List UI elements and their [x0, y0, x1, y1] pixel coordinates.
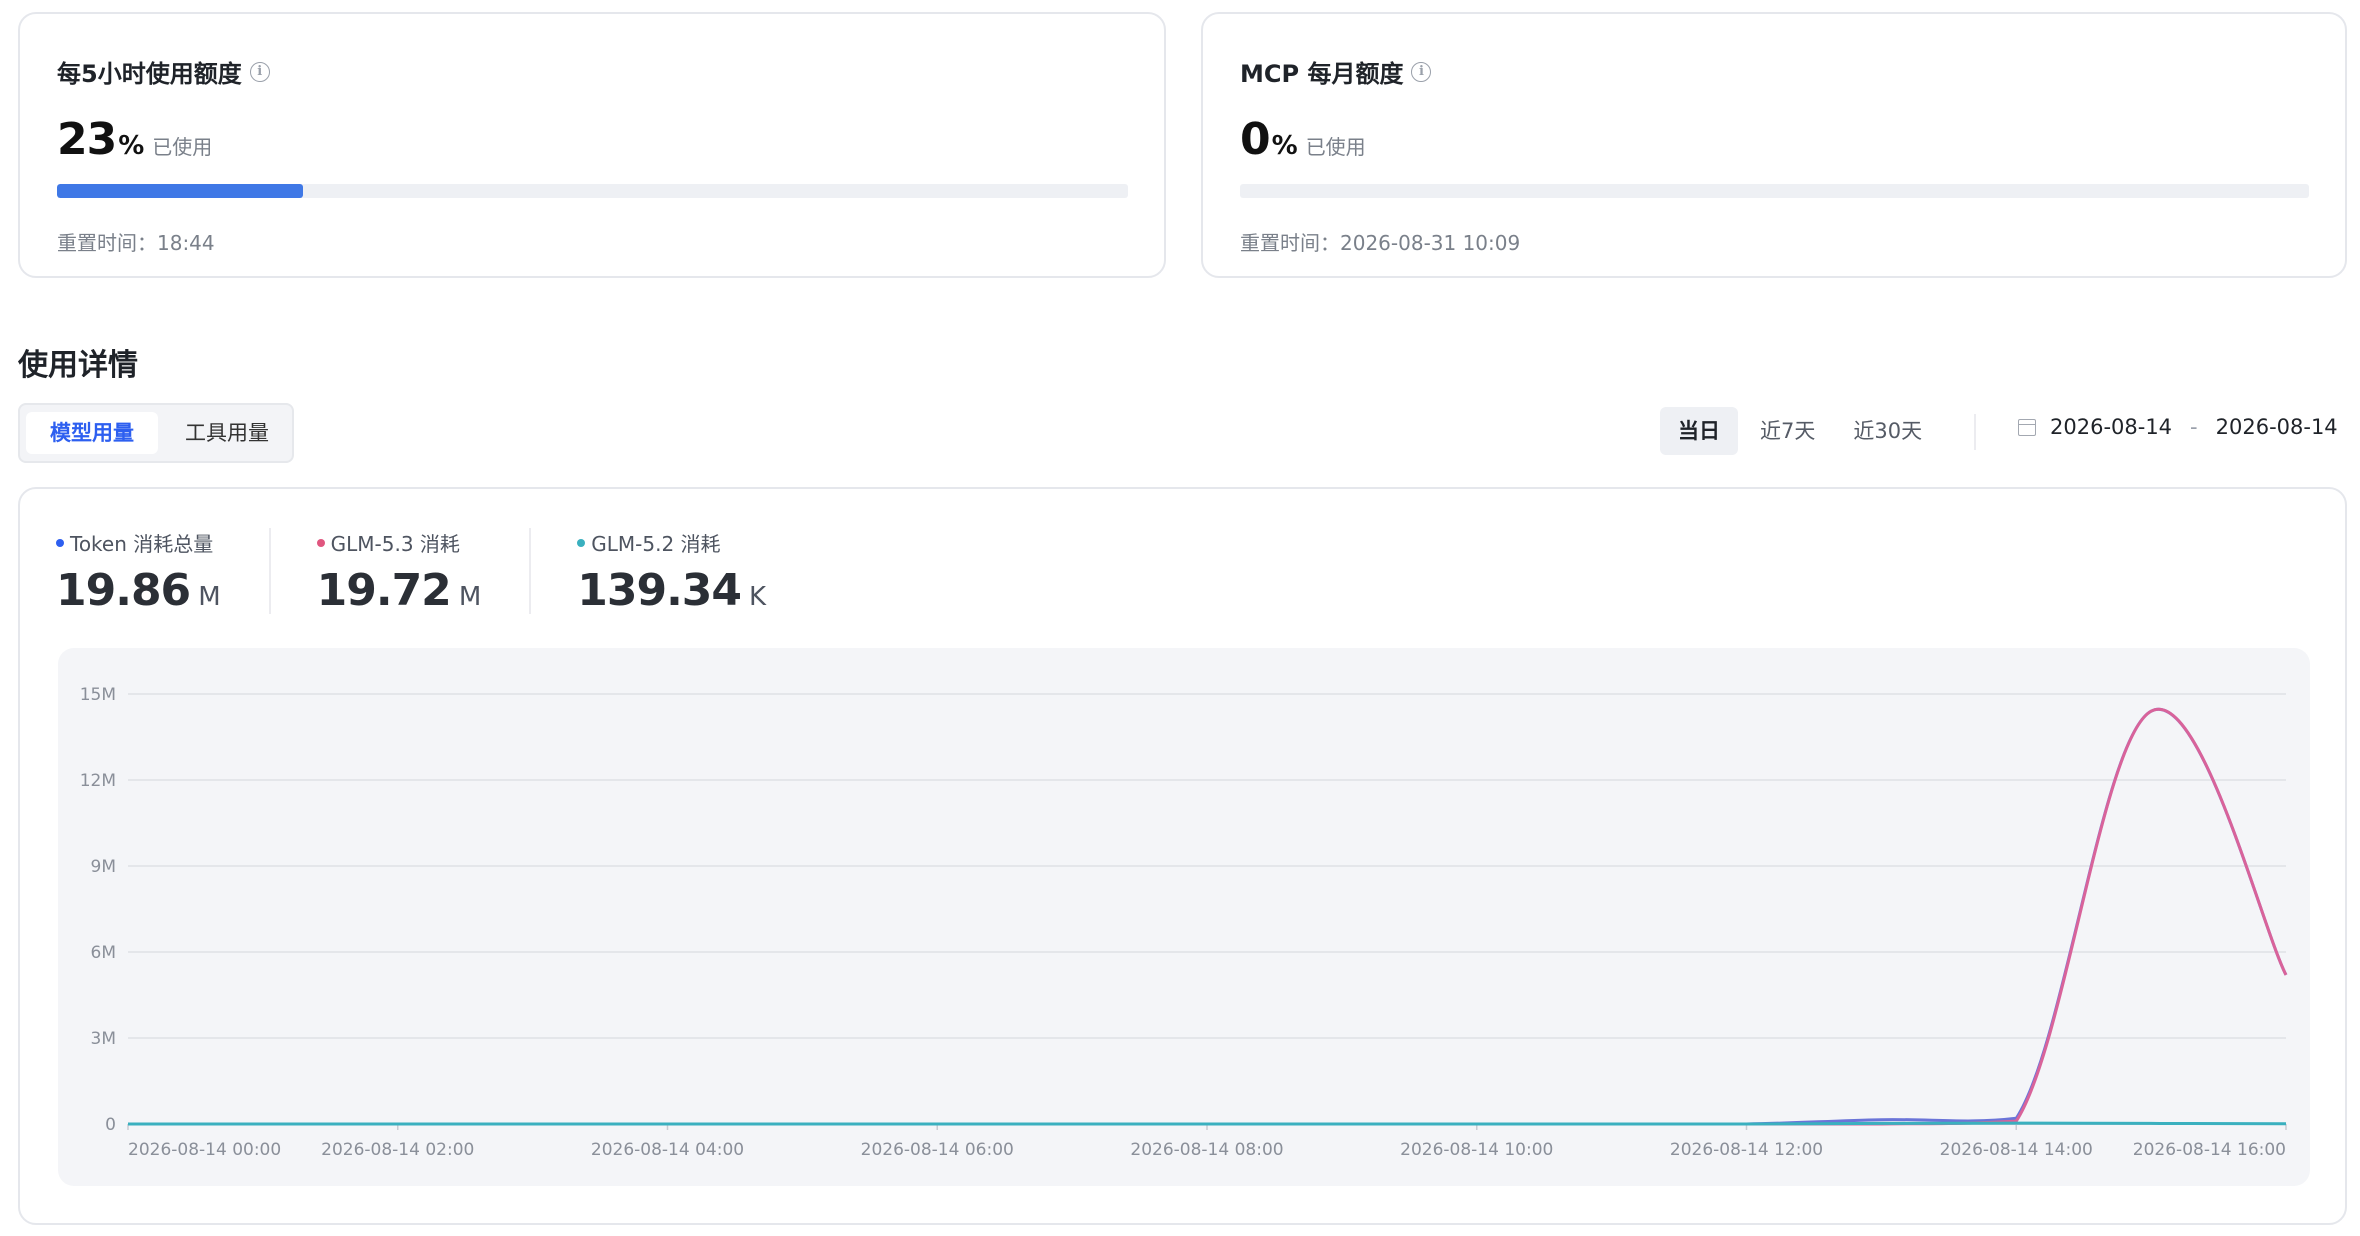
usage-percent: 0 % 已使用 [1240, 114, 1366, 165]
date-start[interactable]: 2026-08-14 [2050, 415, 2172, 439]
series-line [127, 1121, 2287, 1126]
stat-label: GLM-5.3 消耗 [330, 532, 460, 556]
used-label: 已使用 [1305, 135, 1366, 159]
y-tick-label: 3M [91, 1029, 116, 1049]
legend-dot [316, 538, 325, 547]
y-tick-label: 15M [80, 685, 116, 705]
usage-type-tabs: 模型用量 工具用量 [18, 403, 294, 463]
range-today[interactable]: 当日 [1660, 407, 1738, 455]
x-tick-label: 2026-08-14 14:00 [1940, 1140, 2093, 1160]
x-tick-label: 2026-08-14 06:00 [861, 1140, 1014, 1160]
date-range-picker[interactable]: 2026-08-14 - 2026-08-14 [2018, 415, 2338, 439]
stat-value: 139.34 [577, 565, 742, 616]
y-tick-label: 12M [80, 771, 116, 791]
stat-glm-5-3: GLM-5.3 消耗 19.72 M [316, 528, 532, 616]
section-title: 使用详情 [18, 348, 138, 383]
usage-progress-fill [57, 184, 304, 198]
usage-progress-bar [57, 184, 1128, 198]
percent-value: 23 [57, 114, 117, 165]
legend-dot [577, 538, 586, 547]
quota-card-5h: 每5小时使用额度 i 23 % 已使用 重置时间：18:44 [18, 12, 1166, 278]
stat-label: GLM-5.2 消耗 [591, 532, 721, 556]
x-tick-label: 2026-08-14 00:00 [128, 1140, 281, 1160]
info-icon[interactable]: i [249, 61, 270, 82]
percent-symbol: % [1271, 131, 1298, 161]
x-tick-label: 2026-08-14 16:00 [2133, 1140, 2286, 1160]
percent-value: 0 [1240, 114, 1271, 165]
x-tick-label: 2026-08-14 08:00 [1130, 1140, 1283, 1160]
quota-card-mcp: MCP 每月额度 i 0 % 已使用 重置时间：2026-08-31 10:09 [1201, 12, 2347, 278]
stat-unit: M [198, 582, 221, 612]
stat-total-tokens: Token 消耗总量 19.86 M [56, 528, 271, 616]
divider [1974, 414, 1976, 450]
y-tick-label: 0 [105, 1115, 116, 1135]
tab-tool-usage[interactable]: 工具用量 [168, 412, 286, 454]
legend-dot [56, 538, 64, 547]
y-tick-label: 6M [91, 943, 116, 963]
stat-value: 19.86 [56, 565, 191, 616]
stat-value: 19.72 [316, 565, 452, 616]
x-tick-label: 2026-08-14 04:00 [591, 1140, 744, 1160]
stat-unit: M [458, 582, 482, 612]
stat-unit: K [749, 582, 767, 612]
info-icon[interactable]: i [1411, 61, 1432, 82]
x-tick-label: 2026-08-14 10:00 [1400, 1140, 1553, 1160]
x-tick-label: 2026-08-14 02:00 [321, 1140, 474, 1160]
date-separator: - [2190, 415, 2198, 439]
calendar-icon [2018, 418, 2036, 436]
usage-stats: Token 消耗总量 19.86 M GLM-5.3 消耗 19.72 M GLM-… [56, 528, 862, 616]
quota-title: MCP 每月额度 [1240, 60, 1404, 88]
usage-line-chart: 0 3M 6M 9M 12M 15M 2026-08-14 00:00 2026-08-14 … [58, 648, 2310, 1186]
tab-model-usage[interactable]: 模型用量 [26, 412, 158, 454]
usage-progress-bar [1240, 184, 2309, 198]
stat-label: Token 消耗总量 [70, 532, 214, 556]
used-label: 已使用 [152, 135, 213, 159]
percent-symbol: % [118, 131, 145, 161]
x-tick-label: 2026-08-14 12:00 [1670, 1140, 1823, 1160]
range-30-days[interactable]: 近30天 [1837, 407, 1938, 455]
reset-time: 重置时间：2026-08-31 10:09 [1240, 231, 1521, 255]
stat-glm-5-2: GLM-5.2 消耗 139.34 K [577, 528, 816, 616]
range-7-days[interactable]: 近7天 [1744, 407, 1831, 455]
reset-time: 重置时间：18:44 [57, 231, 215, 255]
y-tick-label: 9M [91, 857, 116, 877]
date-end[interactable]: 2026-08-14 [2216, 415, 2338, 439]
range-tabs: 当日 近7天 近30天 [1660, 407, 1944, 455]
series-line [127, 707, 2288, 1126]
chart-svg: 0 3M 6M 9M 12M 15M 2026-08-14 00:00 2026-08-14 … [80, 685, 2288, 1160]
series-line [127, 707, 2288, 1126]
quota-title: 每5小时使用额度 [57, 60, 242, 88]
usage-percent: 23 % 已使用 [57, 114, 212, 165]
